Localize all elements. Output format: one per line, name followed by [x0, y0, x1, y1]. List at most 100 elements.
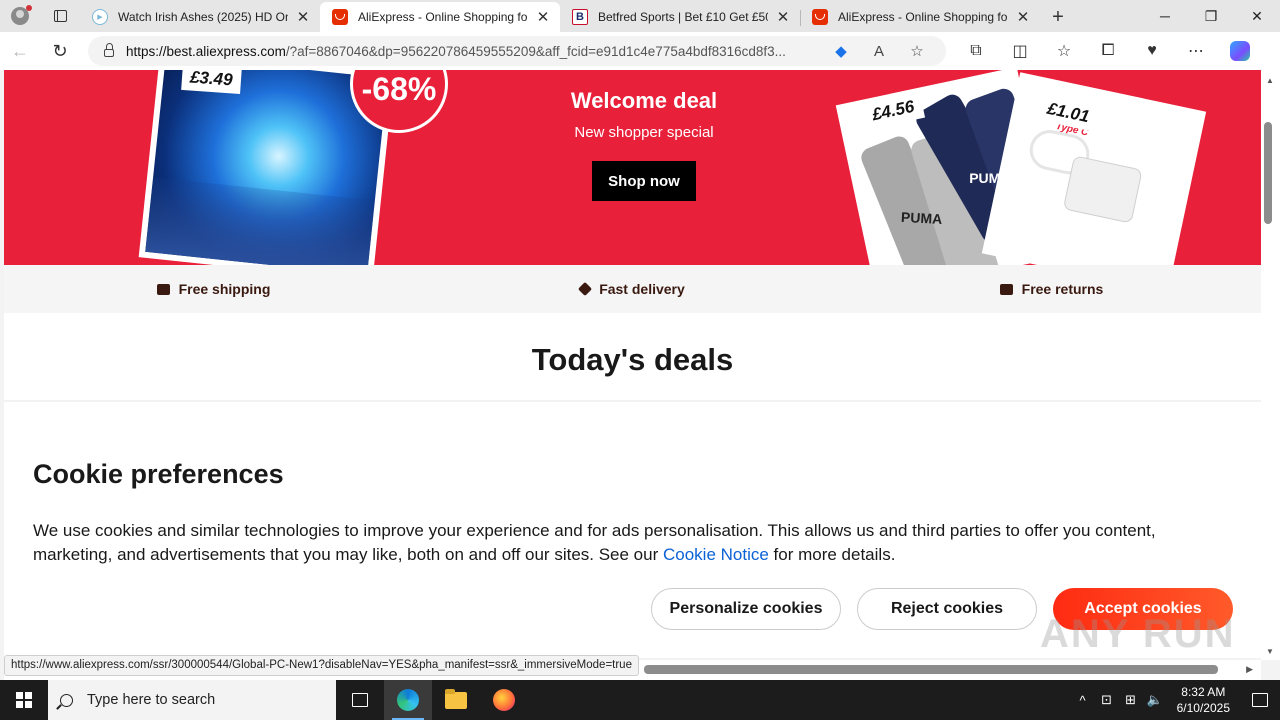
- page-viewport: £3.49 -68% Welcome deal New shopper spec…: [4, 70, 1261, 658]
- folder-icon: [445, 688, 467, 709]
- new-tab-button[interactable]: +: [1040, 2, 1076, 32]
- edge-icon: [397, 689, 419, 711]
- benefit-free-shipping[interactable]: Free shipping: [4, 265, 423, 313]
- profile-button[interactable]: [0, 0, 40, 32]
- more-menu-icon[interactable]: ⋯: [1174, 32, 1218, 70]
- benefit-free-returns[interactable]: Free returns: [842, 265, 1261, 313]
- restore-button[interactable]: ❐: [1188, 0, 1234, 32]
- browser-essentials-icon[interactable]: ♥: [1130, 32, 1174, 70]
- clock-time: 8:32 AM: [1181, 685, 1226, 699]
- tab-actions-icon: [53, 10, 67, 22]
- personalize-cookies-button[interactable]: Personalize cookies: [651, 588, 841, 630]
- scroll-up-icon[interactable]: ▲: [1266, 76, 1274, 85]
- minimize-button[interactable]: ─: [1142, 0, 1188, 32]
- box-icon: [578, 281, 593, 297]
- task-view-button[interactable]: [336, 680, 384, 720]
- tab-title: Watch Irish Ashes (2025) HD Onli: [118, 10, 288, 24]
- puma-logo: PUMA: [900, 208, 943, 228]
- copilot-icon: [1230, 41, 1250, 61]
- taskbar-search-box[interactable]: Type here to search: [48, 680, 336, 720]
- url-path: /?af=8867046&dp=956220786459555209&aff_f…: [285, 43, 786, 59]
- benefits-bar: Free shipping Fast delivery Free returns: [4, 265, 1261, 313]
- benefit-label: Free returns: [1021, 281, 1104, 297]
- collections-icon[interactable]: ⧠: [1086, 32, 1130, 70]
- favorites-icon[interactable]: ☆: [1042, 32, 1086, 70]
- task-view-icon: [352, 693, 368, 707]
- price-tag-projector: £3.49: [181, 70, 242, 95]
- search-icon: [60, 693, 73, 707]
- show-hidden-icons-chevron-icon[interactable]: ^: [1071, 693, 1095, 708]
- clock-date: 6/10/2025: [1176, 701, 1230, 715]
- system-tray: ^ ⊡ ⊞ 🔈 8:32 AM 6/10/2025: [1071, 680, 1280, 720]
- betfred-icon: B: [572, 9, 588, 25]
- copilot-button[interactable]: [1218, 32, 1262, 70]
- galaxy-projector-photo: [145, 70, 388, 265]
- aliexpress-icon: [812, 9, 828, 25]
- cookie-text-before: We use cookies and similar technologies …: [33, 521, 1156, 564]
- tab-actions-button[interactable]: [40, 0, 80, 32]
- tab-close-icon[interactable]: ✕: [294, 8, 312, 26]
- back-button[interactable]: ←: [0, 32, 40, 70]
- close-window-button[interactable]: ✕: [1234, 0, 1280, 32]
- tab-title: Betfred Sports | Bet £10 Get £50: [598, 10, 768, 24]
- return-icon: [999, 283, 1013, 295]
- vertical-scrollbar[interactable]: ▲ ▼: [1261, 70, 1280, 660]
- status-bar-url: https://www.aliexpress.com/ssr/300000544…: [4, 655, 639, 676]
- clock[interactable]: 8:32 AM 6/10/2025: [1167, 684, 1240, 716]
- cookie-description: We use cookies and similar technologies …: [33, 519, 1213, 567]
- address-bar[interactable]: https://best.aliexpress.com/?af=8867046&…: [88, 36, 946, 66]
- url-host: https://best.aliexpress.com: [126, 43, 286, 59]
- notifications-button[interactable]: [1240, 680, 1280, 720]
- card-reader-hub: [1062, 155, 1143, 224]
- reload-button[interactable]: ↻: [40, 32, 80, 70]
- notification-dot: [26, 5, 32, 11]
- welcome-text: Welcome deal New shopper special: [544, 88, 744, 141]
- scroll-thumb[interactable]: [644, 665, 1218, 674]
- url-text[interactable]: https://best.aliexpress.com/?af=8867046&…: [126, 44, 822, 59]
- read-aloud-icon[interactable]: A: [860, 43, 898, 60]
- browser-toolbar: ← ↻ https://best.aliexpress.com/?af=8867…: [0, 32, 1280, 70]
- tab-title: AliExpress - Online Shopping for: [838, 10, 1008, 24]
- volume-icon[interactable]: 🔈: [1143, 692, 1167, 708]
- extensions-icon[interactable]: ⧉: [954, 32, 998, 70]
- tab-watch-irish-ashes[interactable]: ▶ Watch Irish Ashes (2025) HD Onli ✕: [80, 2, 320, 32]
- benefit-label: Fast delivery: [599, 281, 685, 297]
- welcome-subtitle: New shopper special: [574, 124, 714, 141]
- file-explorer-taskbar-button[interactable]: [432, 680, 480, 720]
- tab-aliexpress-active[interactable]: AliExpress - Online Shopping for ✕: [320, 2, 560, 32]
- todays-deals-heading: Today's deals: [531, 342, 734, 377]
- network-icon[interactable]: ⊞: [1119, 692, 1143, 708]
- scroll-right-icon[interactable]: ▶: [1246, 664, 1253, 675]
- anyrun-watermark: ANY RUN: [1040, 612, 1236, 656]
- tab-close-icon[interactable]: ✕: [1014, 8, 1032, 26]
- cookie-notice-link[interactable]: Cookie Notice: [663, 545, 769, 564]
- tab-close-icon[interactable]: ✕: [534, 8, 552, 26]
- edge-taskbar-button[interactable]: [384, 680, 432, 720]
- start-button[interactable]: [0, 680, 48, 720]
- usb-c-adapter-product-image[interactable]: Type C: [981, 72, 1207, 265]
- welcome-title: Welcome deal: [570, 88, 718, 113]
- divider: [4, 400, 1261, 402]
- tab-aliexpress-2[interactable]: AliExpress - Online Shopping for ✕: [800, 2, 1040, 32]
- truck-icon: [156, 283, 170, 295]
- tab-betfred[interactable]: B Betfred Sports | Bet £10 Get £50 ✕: [560, 2, 800, 32]
- shopping-tag-icon[interactable]: ◆: [822, 42, 860, 60]
- meet-now-icon[interactable]: ⊡: [1095, 692, 1119, 708]
- firefox-taskbar-button[interactable]: [480, 680, 528, 720]
- lock-icon[interactable]: [104, 43, 114, 57]
- shop-now-button[interactable]: Shop now: [592, 161, 696, 201]
- toolbar-icons: ⧉ ◫ ☆ ⧠ ♥ ⋯: [954, 32, 1262, 70]
- favorite-star-icon[interactable]: ☆: [898, 42, 936, 60]
- windows-logo-icon: [16, 692, 32, 708]
- tab-close-icon[interactable]: ✕: [774, 8, 792, 26]
- welcome-deal-banner[interactable]: £3.49 -68% Welcome deal New shopper spec…: [4, 70, 1261, 265]
- reject-cookies-button[interactable]: Reject cookies: [857, 588, 1037, 630]
- split-screen-icon[interactable]: ◫: [998, 32, 1042, 70]
- windows-taskbar: Type here to search ^ ⊡ ⊞ 🔈 8:32 AM 6/10…: [0, 680, 1280, 720]
- search-placeholder: Type here to search: [87, 692, 216, 708]
- scroll-thumb[interactable]: [1264, 122, 1272, 224]
- play-circle-icon: ▶: [92, 9, 108, 25]
- benefit-fast-delivery[interactable]: Fast delivery: [423, 265, 842, 313]
- scroll-down-icon[interactable]: ▼: [1266, 647, 1274, 656]
- cookie-text-after: for more details.: [768, 545, 896, 564]
